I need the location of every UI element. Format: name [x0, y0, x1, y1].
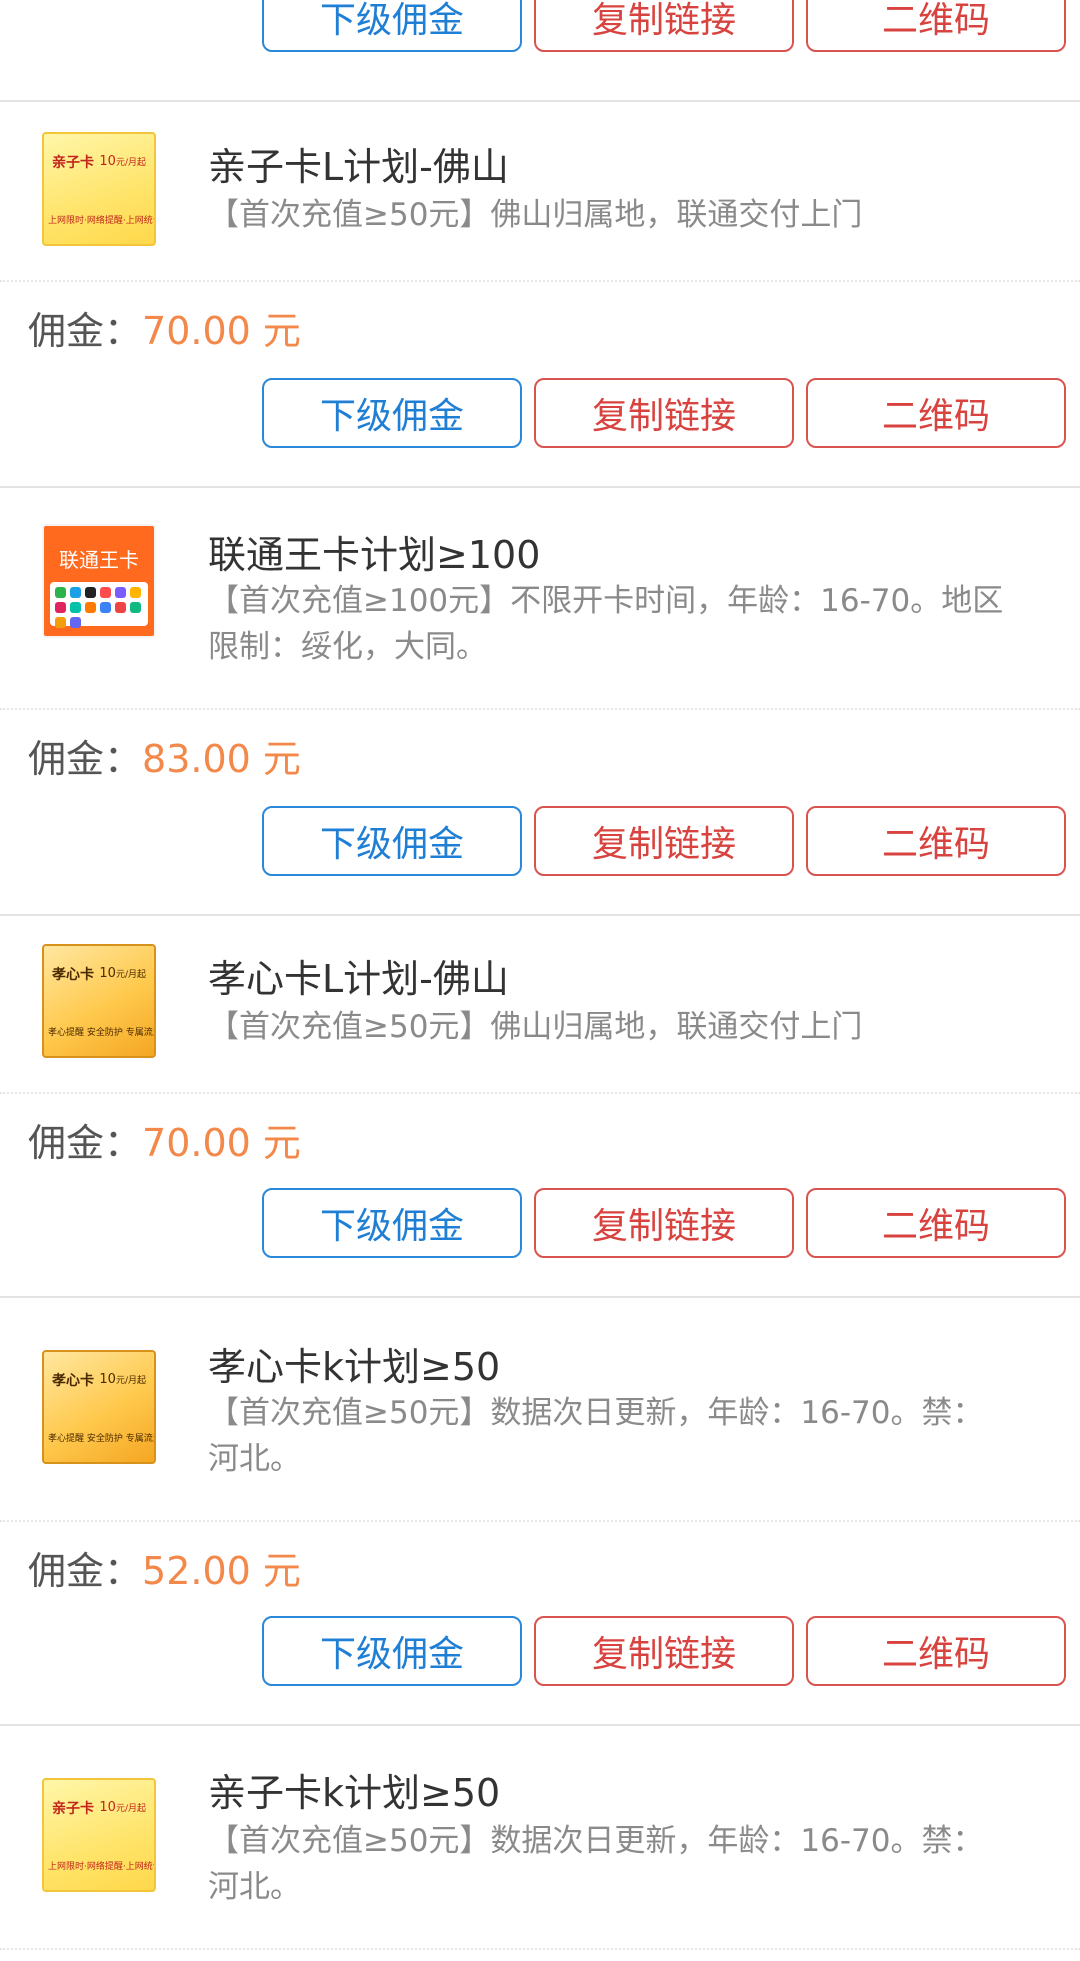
commission-amount: 70.00 元: [142, 309, 301, 353]
thumb-title: 亲子卡: [52, 155, 94, 171]
product-name: 孝心卡k计划≥50: [208, 1345, 501, 1389]
thumb-price: 10元/月起: [99, 154, 146, 169]
commission: 佣金：52.00 元: [28, 1540, 301, 1595]
product-thumbnail: 亲子卡 10元/月起 上网限时·网络提醒·上网统计: [42, 132, 156, 246]
thumb-title: 亲子卡: [52, 1801, 94, 1817]
sub-commission-button[interactable]: 下级佣金: [262, 806, 522, 876]
thumb-price: 10元/月起: [99, 1800, 146, 1815]
top-action-row: 下级佣金 复制链接 二维码: [0, 0, 1080, 102]
product-description: 【首次充值≥100元】不限开卡时间，年龄：16-70。地区限制：绥化，大同。: [208, 583, 1004, 665]
product-name: 孝心卡L计划-佛山: [208, 957, 509, 1001]
thumb-tagline: 孝心提醒 安全防护 专属流量: [48, 1434, 156, 1444]
app-icons: [50, 582, 148, 628]
thumb-title: 联通王卡: [59, 548, 139, 572]
product-info[interactable]: 孝心卡 10元/月起 孝心提醒 安全防护 专属流量 孝心卡k计划≥50 【首次充…: [0, 1300, 1080, 1522]
product-description: 【首次充值≥50元】佛山归属地，联通交付上门: [208, 197, 863, 233]
thumb-tagline: 上网限时·网络提醒·上网统计: [48, 1862, 156, 1872]
commission: 佣金：83.00 元: [28, 728, 301, 783]
commission-amount: 83.00 元: [142, 737, 301, 781]
qr-code-button[interactable]: 二维码: [806, 1188, 1066, 1258]
thumb-price: 10元/月起: [99, 1372, 146, 1387]
product-thumbnail: 孝心卡 10元/月起 孝心提醒 安全防护 专属流量: [42, 1350, 156, 1464]
commission: 佣金：70.00 元: [28, 1112, 301, 1167]
thumb-title: 孝心卡: [52, 967, 94, 983]
product-thumbnail: 亲子卡 10元/月起 上网限时·网络提醒·上网统计: [42, 1778, 156, 1892]
sub-commission-button[interactable]: 下级佣金: [262, 1188, 522, 1258]
product-description: 【首次充值≥50元】数据次日更新，年龄：16-70。禁：河北。: [208, 1395, 984, 1477]
product-thumbnail: 孝心卡 10元/月起 孝心提醒 安全防护 专属流量: [42, 944, 156, 1058]
product-info[interactable]: 孝心卡 10元/月起 孝心提醒 安全防护 专属流量 孝心卡L计划-佛山 【首次充…: [0, 916, 1080, 1094]
thumb-title: 孝心卡: [52, 1373, 94, 1389]
qr-code-button[interactable]: 二维码: [806, 378, 1066, 448]
copy-link-button[interactable]: 复制链接: [534, 0, 794, 52]
commission-amount: 52.00 元: [142, 1549, 301, 1593]
card-divider: [0, 1724, 1080, 1726]
sub-commission-button[interactable]: 下级佣金: [262, 1616, 522, 1686]
product-info[interactable]: 亲子卡 10元/月起 上网限时·网络提醒·上网统计 亲子卡L计划-佛山 【首次充…: [0, 104, 1080, 282]
card-divider: [0, 1296, 1080, 1298]
product-name: 亲子卡k计划≥50: [208, 1771, 501, 1815]
copy-link-button[interactable]: 复制链接: [534, 1188, 794, 1258]
product-description: 【首次充值≥50元】佛山归属地，联通交付上门: [208, 1009, 863, 1045]
thumb-tagline: 上网限时·网络提醒·上网统计: [48, 216, 156, 226]
sub-commission-button[interactable]: 下级佣金: [262, 0, 522, 52]
qr-code-button[interactable]: 二维码: [806, 806, 1066, 876]
thumb-tagline: 孝心提醒 安全防护 专属流量: [48, 1028, 156, 1038]
qr-code-button[interactable]: 二维码: [806, 0, 1066, 52]
copy-link-button[interactable]: 复制链接: [534, 1616, 794, 1686]
product-name: 亲子卡L计划-佛山: [208, 145, 509, 189]
product-name: 联通王卡计划≥100: [208, 533, 541, 577]
product-info[interactable]: 联通王卡 联通王卡计划≥100 【首次充值≥100元】不限开卡时间，年龄：16-…: [0, 488, 1080, 710]
thumb-price: 10元/月起: [99, 966, 146, 981]
product-description: 【首次充值≥50元】数据次日更新，年龄：16-70。禁：河北。: [208, 1823, 984, 1905]
qr-code-button[interactable]: 二维码: [806, 1616, 1066, 1686]
commission: 佣金：70.00 元: [28, 300, 301, 355]
commission-label: 佣金：: [28, 737, 143, 781]
copy-link-button[interactable]: 复制链接: [534, 806, 794, 876]
commission-amount: 70.00 元: [142, 1121, 301, 1165]
product-info[interactable]: 亲子卡 10元/月起 上网限时·网络提醒·上网统计 亲子卡k计划≥50 【首次充…: [0, 1728, 1080, 1950]
sub-commission-button[interactable]: 下级佣金: [262, 378, 522, 448]
commission-label: 佣金：: [28, 1121, 143, 1165]
copy-link-button[interactable]: 复制链接: [534, 378, 794, 448]
product-thumbnail: 联通王卡: [42, 524, 156, 638]
commission-label: 佣金：: [28, 309, 143, 353]
commission-label: 佣金：: [28, 1549, 143, 1593]
